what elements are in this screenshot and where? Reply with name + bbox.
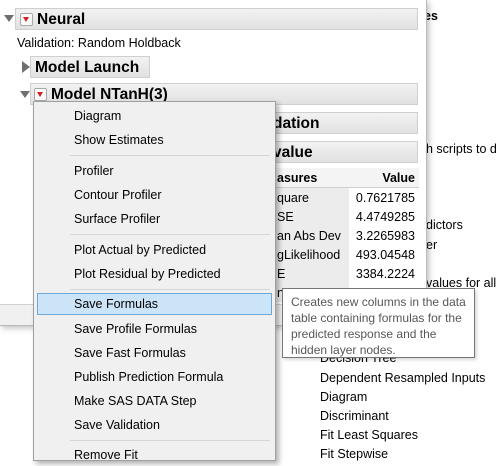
bg-scripts-fragment: h scripts to d (426, 142, 497, 156)
neural-title: Neural (37, 11, 86, 28)
neural-header: Neural (15, 8, 418, 30)
menu-separator (70, 234, 270, 235)
measure-value: 3.2265983 (355, 228, 415, 243)
disclosure-open-icon[interactable] (20, 91, 30, 98)
menu-separator (70, 155, 270, 156)
validation-text: Validation: Random Holdback (17, 36, 181, 50)
menu-separator (70, 289, 270, 290)
measure-value: 0.7621785 (355, 190, 415, 205)
model-launch-title: Model Launch (35, 59, 140, 76)
menu-item-plot-actual-by-predicted[interactable]: Plot Actual by Predicted (37, 239, 272, 261)
menu-item-save-profile-formulas[interactable]: Save Profile Formulas (37, 318, 272, 340)
value-header-label: value (273, 144, 313, 161)
red-triangle-menu-icon[interactable] (20, 13, 33, 26)
menu-item-save-validation[interactable]: Save Validation (37, 414, 272, 436)
menu-item-profiler[interactable]: Profiler (37, 160, 272, 182)
measure-name: an Abs Dev (273, 226, 349, 245)
menu-item-remove-fit[interactable]: Remove Fit (37, 444, 272, 466)
measure-name: quare (273, 187, 349, 207)
menu-separator (70, 440, 270, 441)
bg-list-item[interactable]: Discriminant (320, 409, 389, 423)
value-header: value (268, 141, 418, 163)
measure-value: 3384.2224 (355, 266, 415, 281)
menu-item-show-estimates[interactable]: Show Estimates (37, 129, 272, 151)
menu-item-make-sas-data-step[interactable]: Make SAS DATA Step (37, 390, 272, 412)
table-row: an Abs Dev 3.2265983 (273, 226, 419, 245)
measure-value: 4.4749285 (355, 209, 415, 224)
tooltip: Creates new columns in the data table co… (282, 288, 475, 358)
disclosure-open-icon[interactable] (4, 15, 14, 22)
measure-value: 493.04548 (355, 247, 415, 262)
bg-list-item[interactable]: Fit Stepwise (320, 447, 388, 461)
model-launch-header[interactable]: Model Launch (30, 56, 150, 78)
measures-table: asures Value quare 0.7621785 SE 4.474928… (273, 168, 419, 302)
menu-item-save-fast-formulas[interactable]: Save Fast Formulas (37, 342, 272, 364)
menu-item-plot-residual-by-predicted[interactable]: Plot Residual by Predicted (37, 263, 272, 285)
bg-list-item[interactable]: Dependent Resampled Inputs (320, 371, 485, 385)
measure-name: SE (273, 207, 349, 226)
menu-item-surface-profiler[interactable]: Surface Profiler (37, 208, 272, 230)
validation-header-label: dation (273, 115, 320, 132)
menu-item-diagram[interactable]: Diagram (37, 105, 272, 127)
red-triangle-menu-icon[interactable] (34, 88, 47, 101)
validation-header: dation (268, 112, 418, 134)
value-column-header: Value (348, 168, 419, 188)
bg-list-item[interactable]: Diagram (320, 390, 367, 404)
bg-er-fragment: er (426, 238, 438, 252)
measure-name: gLikelihood (273, 245, 349, 264)
table-row: E 3384.2224 (273, 264, 419, 283)
context-menu: Diagram Show Estimates Profiler Contour … (33, 101, 276, 462)
table-row: SE 4.4749285 (273, 207, 419, 226)
table-row: gLikelihood 493.04548 (273, 245, 419, 264)
menu-item-save-formulas[interactable]: Save Formulas (37, 293, 272, 315)
measures-column-header: asures (273, 168, 349, 188)
measure-name: E (273, 264, 349, 283)
bg-list-item[interactable]: Fit Least Squares (320, 428, 418, 442)
table-row: quare 0.7621785 (273, 187, 419, 207)
disclosure-closed-icon[interactable] (22, 61, 30, 73)
bg-predictors-fragment: dictors (426, 218, 463, 232)
menu-item-contour-profiler[interactable]: Contour Profiler (37, 184, 272, 206)
menu-item-publish-prediction-formula[interactable]: Publish Prediction Formula (37, 366, 272, 388)
